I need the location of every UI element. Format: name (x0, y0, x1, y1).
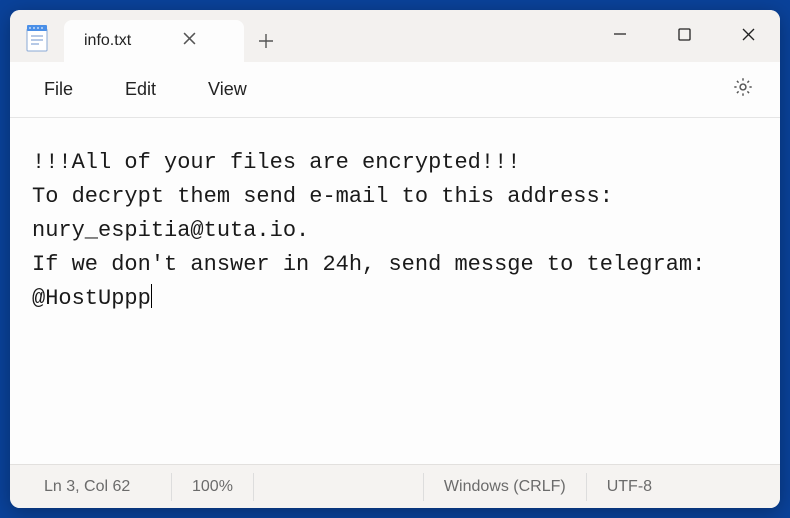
status-encoding: UTF-8 (587, 473, 672, 501)
menubar: File Edit View (10, 62, 780, 118)
menu-file[interactable]: File (18, 71, 99, 108)
menu-edit[interactable]: Edit (99, 71, 182, 108)
settings-button[interactable] (714, 68, 772, 111)
tab-active[interactable]: info.txt (64, 20, 244, 62)
tab-title: info.txt (84, 32, 131, 50)
statusbar: Ln 3, Col 62 100% Windows (CRLF) UTF-8 (10, 464, 780, 508)
text-cursor (151, 284, 152, 308)
text-editor[interactable]: !!!All of your files are encrypted!!! To… (10, 118, 780, 464)
status-zoom[interactable]: 100% (172, 473, 254, 501)
status-position: Ln 3, Col 62 (22, 473, 172, 501)
app-icon-wrap (10, 10, 64, 52)
editor-content: !!!All of your files are encrypted!!! To… (32, 150, 719, 311)
notepad-icon (25, 24, 49, 52)
status-spacer (254, 473, 424, 501)
titlebar: info.txt (10, 10, 780, 62)
maximize-button[interactable] (652, 10, 716, 58)
minimize-button[interactable] (588, 10, 652, 58)
close-tab-icon[interactable] (179, 28, 200, 54)
menu-view[interactable]: View (182, 71, 273, 108)
window-controls (588, 10, 780, 58)
gear-icon (732, 76, 754, 98)
new-tab-button[interactable] (244, 20, 288, 62)
close-window-button[interactable] (716, 10, 780, 58)
status-lineending: Windows (CRLF) (424, 473, 587, 501)
notepad-window: pcrisk.com info.txt (10, 10, 780, 508)
